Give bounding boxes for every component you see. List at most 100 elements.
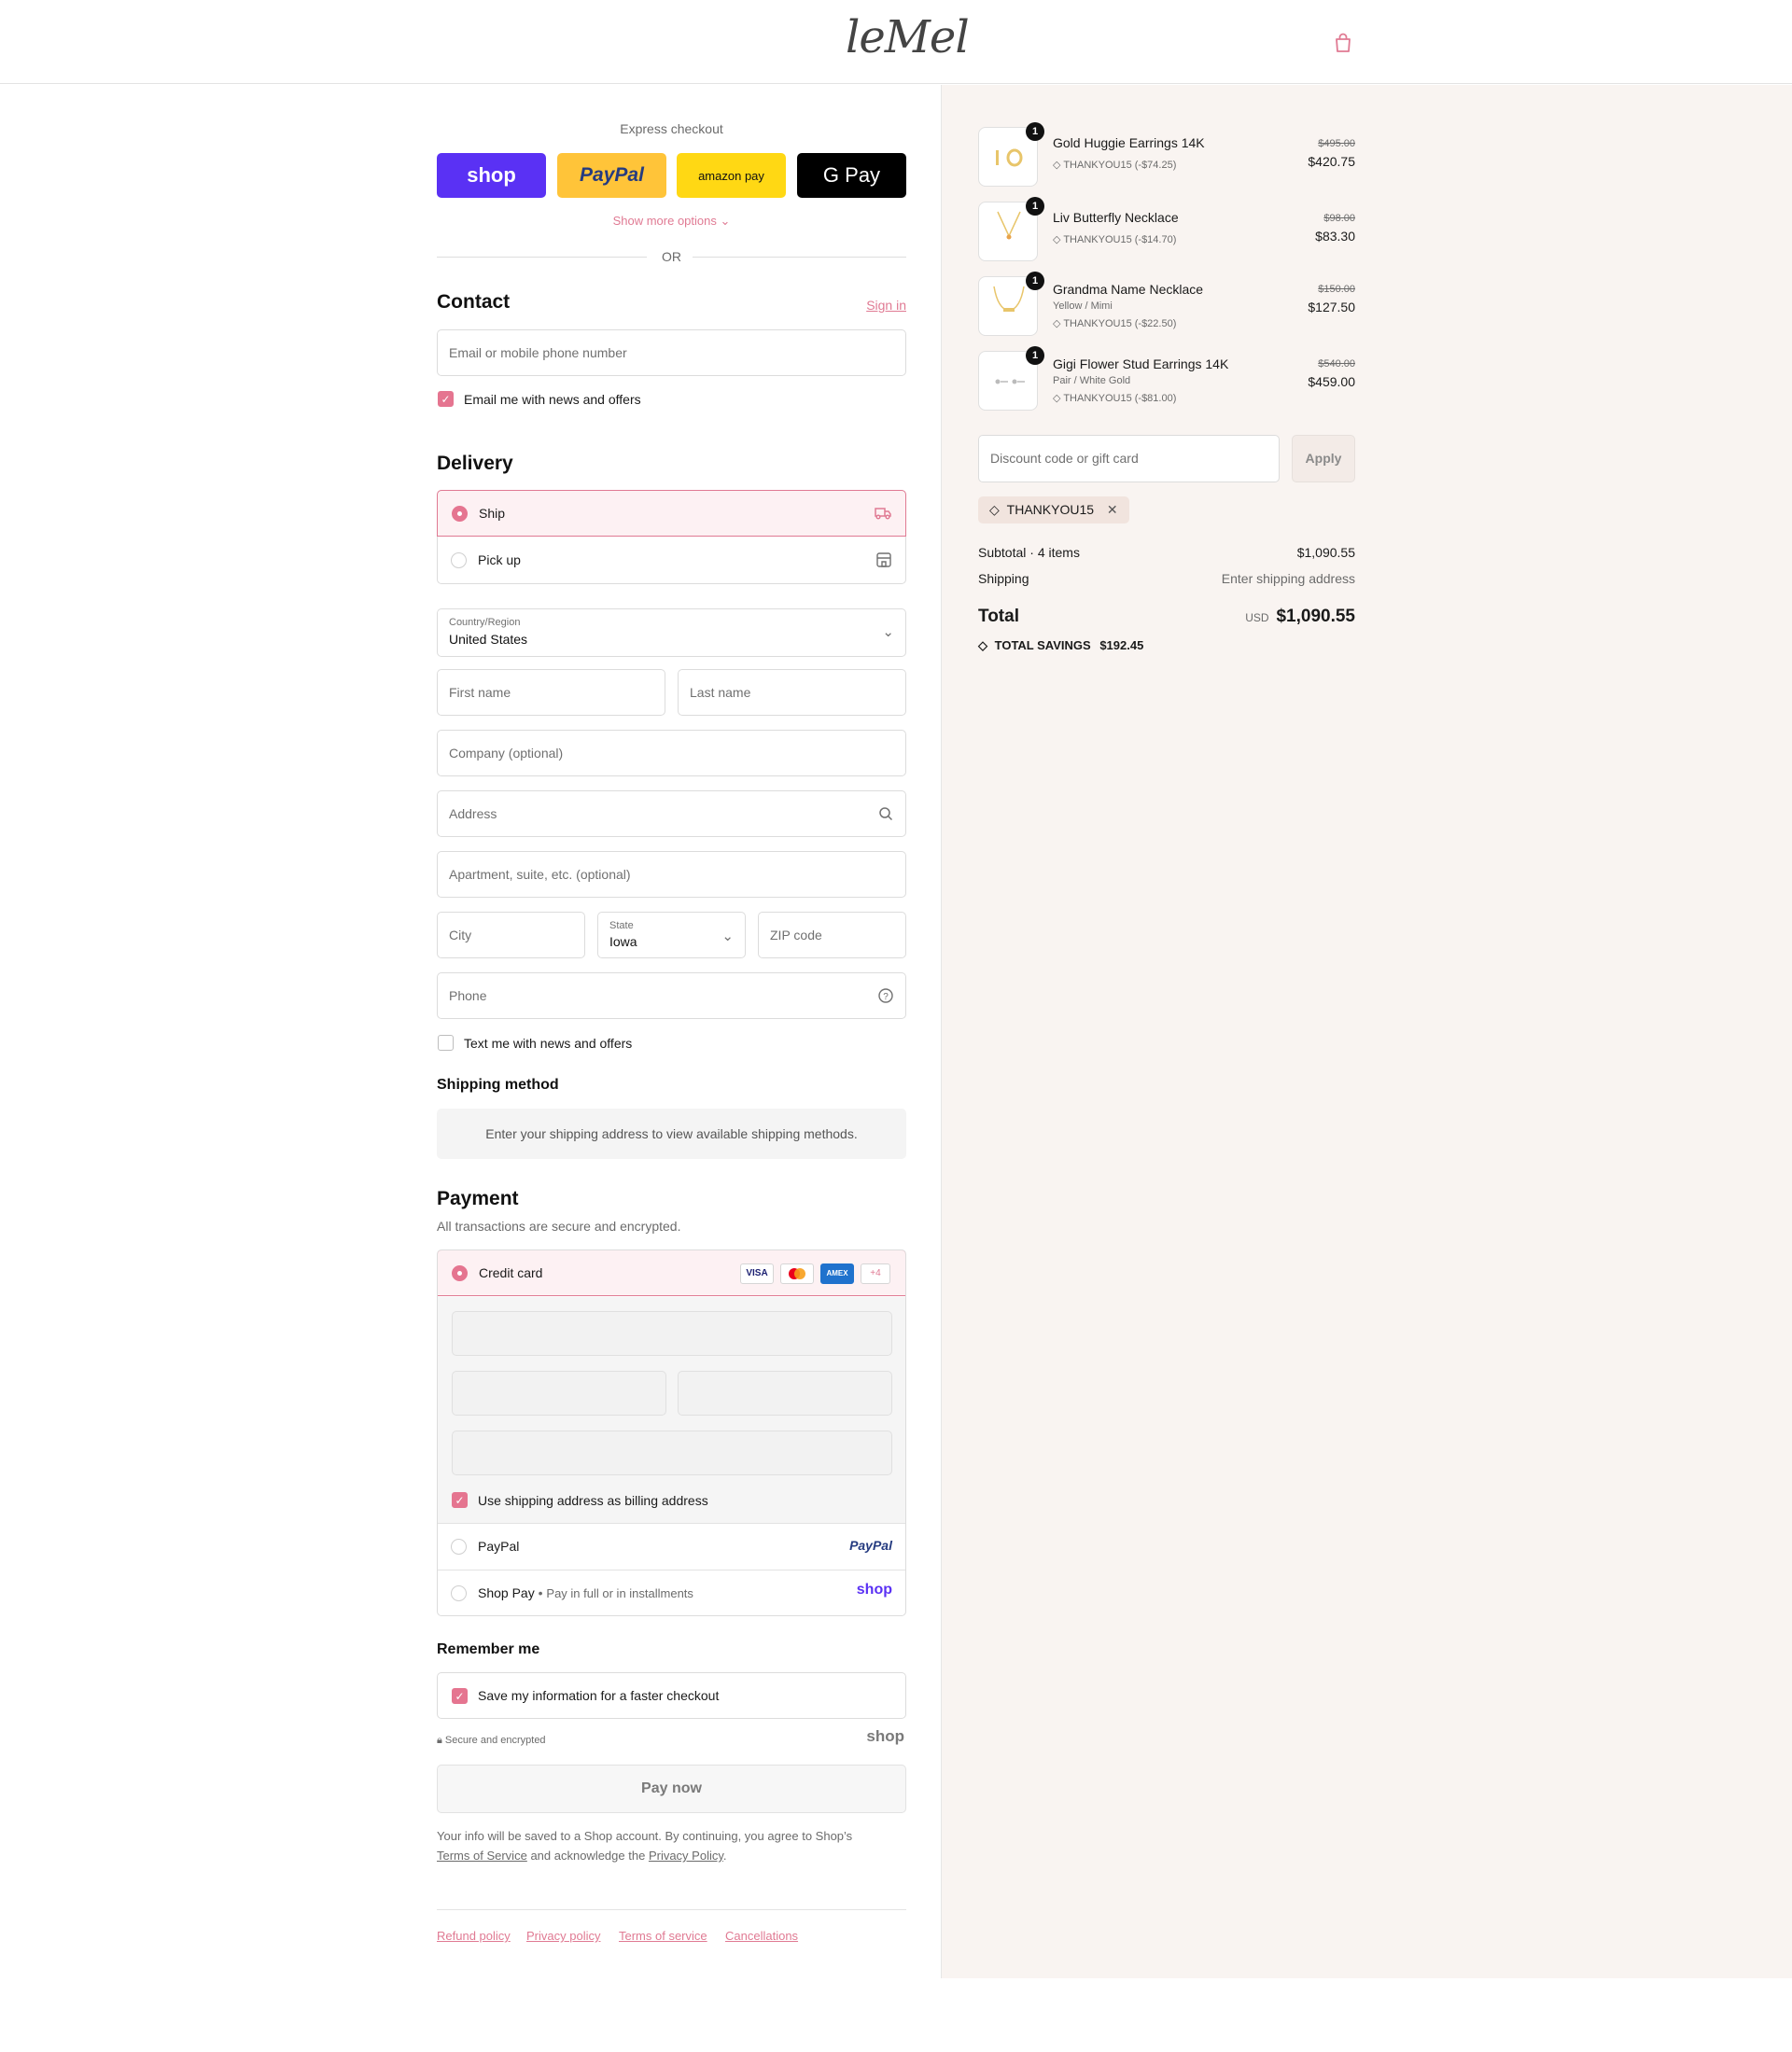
sign-in-link[interactable]: Sign in — [866, 298, 906, 313]
quantity-badge: 1 — [1026, 272, 1044, 290]
delivery-option-ship[interactable]: Ship — [437, 490, 906, 537]
legal-end: . — [722, 1849, 727, 1863]
delivery-option-pickup[interactable]: Pick up — [438, 537, 905, 584]
first-name-placeholder: First name — [449, 685, 511, 700]
quantity-badge: 1 — [1026, 122, 1044, 141]
save-info-label: Save my information for a faster checkou… — [478, 1688, 720, 1703]
payment-option-shop-pay[interactable]: Shop Pay • Pay in full or in installment… — [438, 1570, 905, 1615]
show-more-options-link[interactable]: Show more options ⌄ — [437, 214, 906, 229]
pickup-label: Pick up — [478, 552, 521, 567]
applied-discount-tag: ◇ THANKYOU15 ✕ — [978, 496, 1129, 523]
footer-terms-link[interactable]: Terms of service — [619, 1929, 707, 1943]
company-field[interactable]: Company (optional) — [437, 730, 906, 776]
tag-icon: ◇ — [1053, 318, 1061, 329]
last-name-field[interactable]: Last name — [678, 669, 906, 716]
expiry-field[interactable] — [452, 1371, 666, 1416]
payment-option-credit-card[interactable]: Credit card VISA AMEX +4 — [438, 1250, 905, 1296]
security-code-field[interactable] — [678, 1371, 892, 1416]
billing-label: Use shipping address as billing address — [478, 1493, 708, 1508]
ship-radio[interactable] — [452, 506, 468, 522]
apartment-field[interactable]: Apartment, suite, etc. (optional) — [437, 851, 906, 898]
city-placeholder: City — [449, 928, 472, 942]
footer-refund-policy-link[interactable]: Refund policy — [437, 1929, 511, 1943]
ship-label: Ship — [479, 506, 506, 521]
discount-text: THANKYOU15 (-$14.70) — [1063, 234, 1177, 245]
company-placeholder: Company (optional) — [449, 746, 564, 761]
product-name: Grandma Name Necklace — [1053, 282, 1204, 297]
country-label: Country/Region — [449, 617, 521, 628]
delivery-title: Delivery — [437, 453, 513, 474]
total-label: Total — [978, 607, 1019, 626]
paypal-logo: PayPal — [849, 1538, 892, 1553]
shop-pay-logo: shop — [856, 1582, 892, 1598]
billing-checkbox[interactable]: ✓ — [452, 1492, 468, 1508]
shipping-method-info: Enter your shipping address to view avai… — [437, 1109, 906, 1159]
product-name: Liv Butterfly Necklace — [1053, 210, 1179, 225]
credit-card-fields: ✓ Use shipping address as billing addres… — [438, 1297, 905, 1523]
paypal-radio[interactable] — [451, 1539, 467, 1555]
last-name-placeholder: Last name — [690, 685, 751, 700]
secure-row: 🔒︎ Secure and encrypted — [437, 1735, 546, 1747]
state-select[interactable]: State Iowa ⌄ — [597, 912, 746, 958]
terms-of-service-link[interactable]: Terms of Service — [437, 1849, 527, 1863]
zip-field[interactable]: ZIP code — [758, 912, 906, 958]
footer-privacy-policy-link[interactable]: Privacy policy — [526, 1929, 600, 1943]
paypal-option-label: PayPal — [478, 1539, 520, 1554]
secure-text: Secure and encrypted — [444, 1735, 546, 1746]
tag-icon: ◇ — [1053, 393, 1061, 404]
country-select[interactable]: Country/Region United States ⌄ — [437, 608, 906, 657]
product-variant: Yellow / Mimi — [1053, 300, 1113, 312]
shop-pay-button[interactable]: shop — [437, 153, 546, 198]
shop-logo: shop — [866, 1727, 904, 1745]
mastercard-icon — [780, 1263, 814, 1284]
delivery-options: Ship Pick up — [437, 490, 906, 584]
close-icon[interactable]: ✕ — [1107, 502, 1118, 517]
first-name-field[interactable]: First name — [437, 669, 665, 716]
discounted-price: $127.50 — [1308, 300, 1355, 314]
email-news-checkbox[interactable]: ✓ — [438, 391, 454, 407]
city-field[interactable]: City — [437, 912, 585, 958]
pickup-radio[interactable] — [451, 552, 467, 568]
shop-pay-radio[interactable] — [451, 1585, 467, 1601]
paypal-button[interactable]: PayPal — [557, 153, 666, 198]
payment-methods: Credit card VISA AMEX +4 ✓ Use shipping … — [437, 1249, 906, 1616]
address-field[interactable]: Address — [437, 790, 906, 837]
pay-now-button[interactable]: Pay now — [437, 1765, 906, 1813]
state-label: State — [609, 920, 634, 931]
legal-text: Your info will be saved to a Shop accoun… — [437, 1826, 906, 1865]
discount-text: THANKYOU15 (-$74.25) — [1063, 160, 1177, 171]
privacy-policy-link[interactable]: Privacy Policy — [649, 1849, 723, 1863]
email-field[interactable]: Email or mobile phone number — [437, 329, 906, 376]
discounted-price: $420.75 — [1308, 154, 1355, 169]
google-pay-button[interactable]: G Pay — [797, 153, 906, 198]
cart-item: 1 Gold Huggie Earrings 14K ◇ THANKYOU15 … — [978, 122, 1355, 192]
save-info-checkbox[interactable]: ✓ — [452, 1688, 468, 1704]
product-discount: ◇ THANKYOU15 (-$14.70) — [1053, 233, 1176, 245]
footer-cancellations-link[interactable]: Cancellations — [725, 1929, 798, 1943]
apply-button[interactable]: Apply — [1292, 435, 1355, 482]
svg-text:?: ? — [883, 992, 889, 1002]
payment-option-paypal[interactable]: PayPal PayPal — [438, 1523, 905, 1570]
text-news-checkbox[interactable] — [438, 1035, 454, 1051]
card-number-field[interactable] — [452, 1311, 892, 1356]
help-icon[interactable]: ? — [877, 987, 894, 1004]
payment-title: Payment — [437, 1188, 519, 1209]
more-cards-badge: +4 — [861, 1263, 890, 1284]
phone-field[interactable]: Phone ? — [437, 972, 906, 1019]
total-value: $1,090.55 — [1276, 607, 1355, 626]
cart-item: 1 Grandma Name Necklace Yellow / Mimi ◇ … — [978, 272, 1355, 342]
store-logo[interactable]: leMel — [846, 11, 970, 63]
subtotal-label: Subtotal · 4 items — [978, 545, 1080, 560]
shipping-row: Shipping Enter shipping address — [978, 571, 1355, 586]
phone-placeholder: Phone — [449, 988, 487, 1003]
shopping-bag-icon[interactable] — [1331, 31, 1355, 55]
name-on-card-field[interactable] — [452, 1431, 892, 1475]
amex-icon: AMEX — [820, 1263, 854, 1284]
product-name: Gigi Flower Stud Earrings 14K — [1053, 356, 1229, 371]
shop-pay-subtitle: Pay in full or in installments — [546, 1586, 693, 1600]
credit-card-radio[interactable] — [452, 1265, 468, 1281]
savings-value: $192.45 — [1099, 638, 1144, 652]
discount-text: THANKYOU15 (-$81.00) — [1063, 393, 1177, 404]
amazon-pay-button[interactable]: amazon pay — [677, 153, 786, 198]
discount-code-field[interactable]: Discount code or gift card — [978, 435, 1280, 482]
